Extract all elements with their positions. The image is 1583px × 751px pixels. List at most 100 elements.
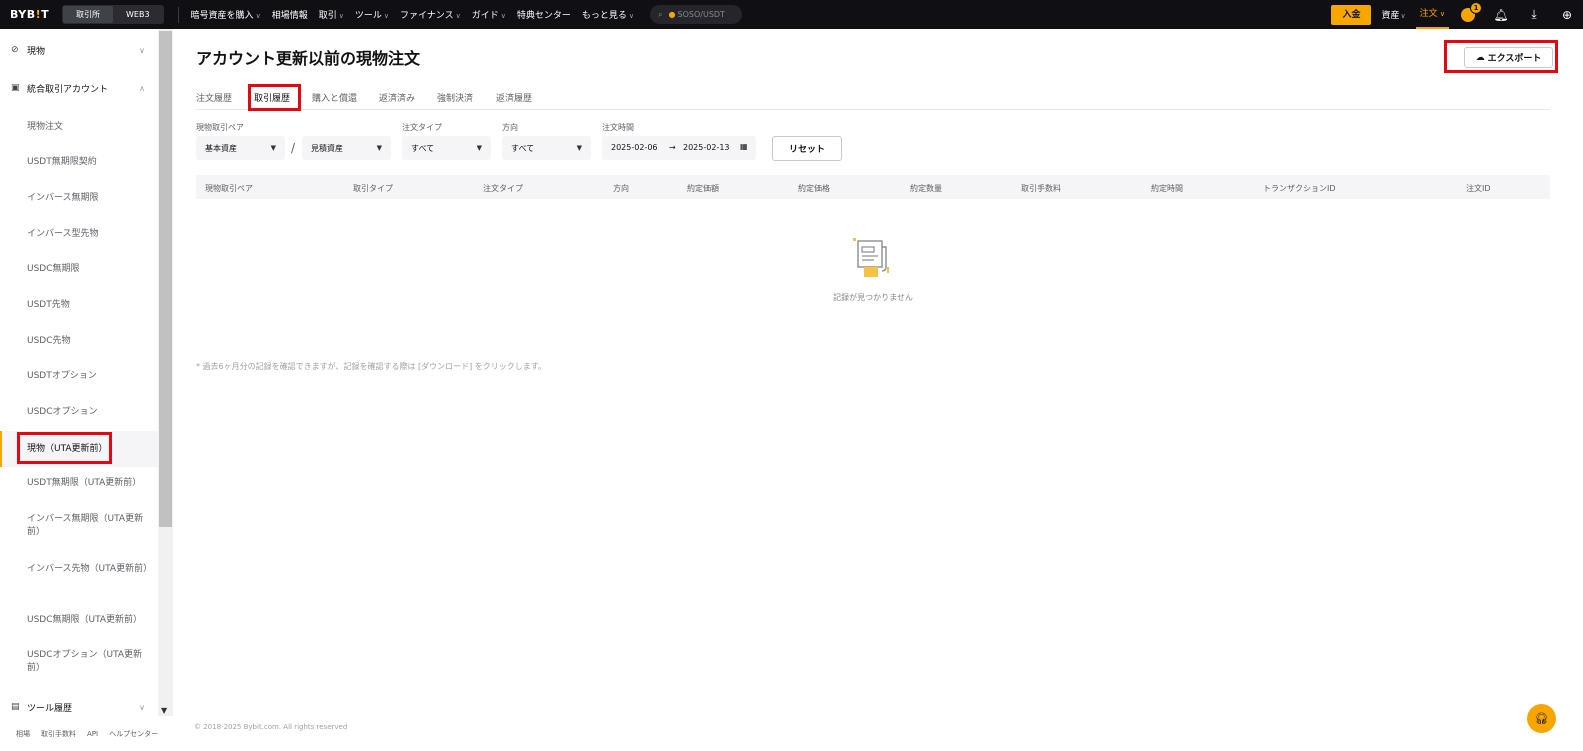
- footer-link-help[interactable]: ヘルプセンター: [109, 729, 158, 739]
- download-icon[interactable]: ⤓: [1526, 7, 1542, 22]
- tab-repayment-history[interactable]: 返済履歴: [496, 91, 532, 104]
- col-spot-pair: 現物取引ペア: [205, 184, 253, 193]
- deposit-button[interactable]: 入金: [1331, 4, 1372, 25]
- bybit-logo[interactable]: BYB!T: [10, 8, 58, 21]
- col-order-type: 注文タイプ: [483, 184, 523, 193]
- col-order-id: 注文ID: [1466, 184, 1491, 193]
- caret-down-icon: ▼: [376, 144, 382, 152]
- highlight-spot-pre-uta: [17, 432, 112, 464]
- orders-menu[interactable]: 注文 ∨: [1415, 0, 1449, 29]
- empty-records-icon: [853, 238, 889, 277]
- col-trade-type: 取引タイプ: [353, 184, 393, 193]
- nav-trade[interactable]: 取引 ∨: [319, 8, 344, 21]
- notification-badge: 1: [1470, 1, 1482, 14]
- sidebar-group-unified-account[interactable]: ▣ 統合取引アカウント ∧: [0, 70, 158, 106]
- assets-menu[interactable]: 資産∨: [1381, 8, 1405, 21]
- flame-icon: ●: [668, 10, 676, 19]
- order-type-select[interactable]: すべて ▼: [402, 136, 491, 160]
- exchange-web3-switch: 取引所 WEB3: [62, 5, 164, 24]
- nav-buy-crypto[interactable]: 暗号資産を購入 ∨: [191, 8, 261, 21]
- nav-guide[interactable]: ガイド ∨: [472, 8, 506, 21]
- date-from: 2025-02-06: [611, 143, 658, 152]
- chevron-down-icon: ∨: [1437, 10, 1445, 18]
- table-header: 現物取引ペア 取引タイプ 注文タイプ 方向 約定価額 約定価格 約定数量 取引手…: [196, 175, 1550, 199]
- nav-tools[interactable]: ツール ∨: [355, 8, 389, 21]
- side-select[interactable]: すべて ▼: [502, 136, 591, 160]
- headset-support-icon[interactable]: 🎧︎: [1527, 704, 1556, 733]
- user-avatar[interactable]: 1: [1461, 1, 1482, 22]
- main-nav: 暗号資産を購入 ∨ 相場情報 取引 ∨ ツール ∨ ファイナンス ∨ ガイド ∨ 特典セン…: [191, 8, 646, 21]
- sidebar-item-usdc-futures[interactable]: USDC先物: [0, 335, 158, 348]
- date-range-picker[interactable]: 2025-02-06 → 2025-02-13 ▦: [602, 136, 756, 160]
- wallet-icon: ▣: [11, 83, 20, 93]
- sidebar-item-usdc-options-pre-uta[interactable]: USDCオプション（UTA更新前）: [0, 649, 148, 675]
- col-trading-fee: 取引手数料: [1021, 184, 1061, 193]
- sidebar-item-usdt-perpetual[interactable]: USDT無期限契約: [0, 156, 158, 169]
- sidebar-item-spot-orders[interactable]: 現物注文: [0, 121, 158, 134]
- page-title: アカウント更新以前の現物注文: [196, 49, 421, 68]
- chevron-down-icon: ∨: [383, 12, 389, 20]
- chevron-down-icon: ∨: [255, 12, 261, 20]
- chevron-down-icon: ∨: [139, 45, 145, 55]
- sidebar-item-usdt-futures[interactable]: USDT先物: [0, 299, 158, 312]
- switch-web3[interactable]: WEB3: [113, 6, 163, 23]
- tab-liquidation[interactable]: 強制決済: [437, 91, 473, 104]
- reset-button[interactable]: リセット: [772, 136, 842, 161]
- link-icon: ⊘: [11, 45, 19, 55]
- scrollbar-thumb[interactable]: [159, 31, 172, 527]
- sidebar-item-usdc-perpetual[interactable]: USDC無期限: [0, 263, 158, 276]
- nav-markets[interactable]: 相場情報: [272, 8, 308, 21]
- nav-finance[interactable]: ファイナンス ∨: [400, 8, 461, 21]
- bell-icon[interactable]: 🔔︎: [1493, 8, 1509, 22]
- col-filled-price: 約定価格: [798, 184, 830, 193]
- calendar-icon: ▦: [740, 142, 748, 151]
- sidebar-group-spot[interactable]: ⊘ 現物 ∨: [0, 32, 158, 68]
- highlight-trade-history-tab: [248, 84, 301, 111]
- nav-rewards-hub[interactable]: 特典センター: [517, 8, 571, 21]
- header-divider: [177, 6, 179, 23]
- sidebar-footer: 相場 取引手数料 API ヘルプセンター: [0, 716, 173, 751]
- sidebar-item-inverse-futures-pre-uta[interactable]: インバース先物（UTA更新前）: [0, 563, 152, 576]
- sidebar-item-inverse-futures[interactable]: インバース型先物: [0, 228, 158, 241]
- scroll-down-arrow-icon[interactable]: ▼: [161, 706, 167, 715]
- chevron-down-icon: ∨: [500, 12, 506, 20]
- copyright-text: © 2018-2025 Bybit.com. All rights reserv…: [194, 723, 348, 731]
- tab-purchase-redemption[interactable]: 購入と償還: [312, 91, 357, 104]
- date-to: 2025-02-13: [683, 143, 730, 152]
- sidebar-scrollbar[interactable]: ▼: [158, 29, 173, 716]
- main-content: アカウント更新以前の現物注文 ☁︎ エクスポート 注文履歴 取引履歴 購入と償還…: [173, 29, 1583, 751]
- caret-down-icon: ▼: [576, 144, 582, 152]
- empty-state-text: 記録が見つかりません: [833, 293, 913, 302]
- quote-asset-select[interactable]: 見積資産 ▼: [302, 136, 391, 160]
- sidebar-item-inverse-perpetual-pre-uta[interactable]: インバース無期限（UTA更新前）: [0, 513, 148, 539]
- switch-exchange[interactable]: 取引所: [63, 6, 113, 23]
- sidebar-item-usdt-options[interactable]: USDTオプション: [0, 370, 158, 383]
- sidebar-item-inverse-perpetual[interactable]: インバース無期限: [0, 192, 158, 205]
- history-tabs: 注文履歴 取引履歴 購入と償還 返済済み 強制決済 返済履歴: [196, 91, 1550, 110]
- sidebar: ⊘ 現物 ∨ ▣ 統合取引アカウント ∧ 現物注文 USDT無期限契約 インバー…: [0, 29, 158, 751]
- nav-more[interactable]: もっと見る ∨: [582, 8, 634, 21]
- base-asset-select[interactable]: 基本資産 ▼: [196, 136, 285, 160]
- col-side: 方向: [613, 184, 629, 193]
- tab-order-history[interactable]: 注文履歴: [196, 91, 232, 104]
- globe-icon[interactable]: ⊕: [1559, 8, 1575, 22]
- sidebar-item-usdt-perpetual-pre-uta[interactable]: USDT無期限（UTA更新前）: [0, 477, 158, 490]
- chevron-down-icon: ∨: [338, 12, 344, 20]
- footer-link-markets[interactable]: 相場: [16, 729, 30, 739]
- filter-label-order-time: 注文時間: [602, 123, 634, 132]
- tab-repaid[interactable]: 返済済み: [379, 91, 415, 104]
- chevron-down-icon: ∨: [139, 702, 145, 712]
- top-header: BYB!T 取引所 WEB3 暗号資産を購入 ∨ 相場情報 取引 ∨ ツール ∨ ファ…: [0, 0, 1583, 29]
- search-input[interactable]: ⌕ ● SOSO/USDT: [650, 5, 743, 24]
- filter-label-order-type: 注文タイプ: [402, 123, 442, 132]
- chevron-down-icon: ∨: [455, 12, 461, 20]
- highlight-export: [1444, 40, 1558, 73]
- caret-down-icon: ▼: [270, 144, 276, 152]
- sidebar-item-usdc-perpetual-pre-uta[interactable]: USDC無期限（UTA更新前）: [0, 614, 158, 627]
- caret-down-icon: ▼: [476, 144, 482, 152]
- footer-link-api[interactable]: API: [87, 730, 98, 738]
- filter-label-side: 方向: [502, 123, 518, 132]
- sidebar-item-usdc-options[interactable]: USDCオプション: [0, 406, 158, 419]
- col-filled-time: 約定時間: [1151, 184, 1183, 193]
- footer-link-fees[interactable]: 取引手数料: [41, 729, 76, 739]
